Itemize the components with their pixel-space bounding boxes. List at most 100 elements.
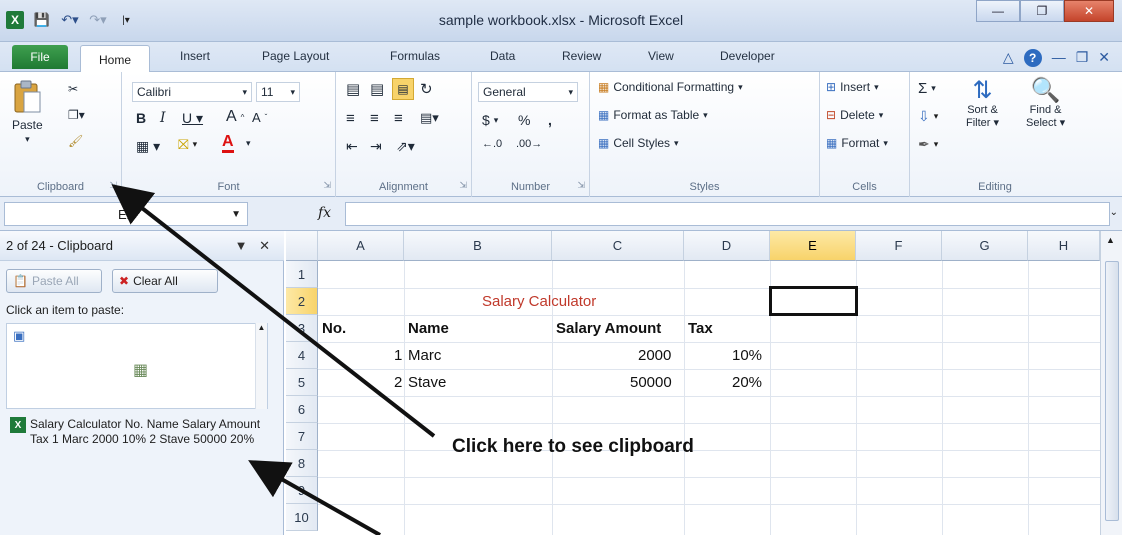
orientation-icon[interactable]: ⇗▾ [396,138,415,155]
font-launcher-icon[interactable]: ⇲ [323,180,331,191]
function-icon[interactable]: fx [318,205,331,221]
increase-indent-icon[interactable]: ⇥ [370,138,382,155]
row-header-6[interactable]: 6 [286,396,318,423]
formula-input[interactable] [345,202,1110,226]
doc-minimize-icon[interactable]: — [1052,49,1066,67]
cut-icon[interactable]: ✂ [68,82,78,96]
scroll-thumb[interactable] [1105,261,1119,521]
paste-button[interactable]: Paste ▾ [12,80,43,145]
format-as-table-button[interactable]: ▦ Format as Table ▾ [598,108,708,122]
header-name-cell[interactable]: Name [408,320,449,337]
increase-decimal-icon[interactable]: ←.0 [482,138,502,150]
close-icon[interactable]: ✕ [1064,0,1114,22]
col-header-f[interactable]: F [856,231,942,261]
font-name-select[interactable]: Calibri ▾ [132,82,252,102]
tab-view[interactable]: View [648,49,674,63]
clipboard-item-text[interactable]: X Salary Calculator No. Name Salary Amou… [6,417,268,447]
cell-salary-2[interactable]: 50000 [630,374,672,391]
col-header-c[interactable]: C [552,231,684,261]
clipboard-scrollbar[interactable]: ▲ [255,323,267,409]
format-painter-icon[interactable]: 🖌 [68,134,83,148]
selected-cell-e2[interactable] [769,286,858,316]
pane-close-icon[interactable]: ✕ [259,238,270,253]
fill-icon[interactable]: ⇩ ▾ [918,108,938,125]
name-box-dropdown-icon[interactable]: ▼ [231,209,241,220]
find-select-button[interactable]: 🔍 Find & Select ▾ [1026,78,1065,130]
tab-home[interactable]: Home [80,45,150,73]
restore-icon[interactable]: ❐ [1020,0,1064,22]
clipboard-item-image[interactable]: ▣ ▦ [6,323,268,409]
comma-button[interactable]: , [548,112,552,128]
header-salary-cell[interactable]: Salary Amount [556,320,661,337]
clear-all-button[interactable]: ✖ Clear All [112,269,218,293]
shrink-font-button[interactable]: Aˇ [252,110,267,125]
delete-cells-button[interactable]: ⊟ Delete ▾ [826,108,883,122]
header-no-cell[interactable]: No. [322,320,346,337]
col-header-h[interactable]: H [1028,231,1100,261]
number-format-select[interactable]: General ▾ [478,82,578,102]
paste-all-button[interactable]: 📋 Paste All [6,269,102,293]
col-header-g[interactable]: G [942,231,1028,261]
ribbon-minimize-icon[interactable]: △ [1003,49,1014,67]
decrease-decimal-icon[interactable]: .00→ [516,138,542,150]
clear-icon[interactable]: ✒ ▾ [918,136,938,153]
row-header-5[interactable]: 5 [286,369,318,396]
row-header-4[interactable]: 4 [286,342,318,369]
font-size-select[interactable]: 11 ▾ [256,82,300,102]
italic-button[interactable]: I [160,110,166,126]
autosum-icon[interactable]: Σ ▾ [918,80,936,97]
sheet-title-cell[interactable]: Salary Calculator [482,293,596,310]
align-right-icon[interactable]: ≡ [394,110,403,127]
expand-formula-bar-icon[interactable]: ⌄ [1110,207,1118,218]
cell-name-1[interactable]: Marc [408,347,441,364]
top-align-icon[interactable]: ▤ [346,80,360,98]
tab-data[interactable]: Data [490,49,515,63]
row-header-2[interactable]: 2 [286,288,318,315]
tab-developer[interactable]: Developer [720,49,775,63]
cell-no-2[interactable]: 2 [394,374,402,391]
align-center-icon[interactable]: ≡ [370,110,379,127]
help-icon[interactable]: ? [1023,49,1042,67]
header-tax-cell[interactable]: Tax [688,320,713,337]
row-header-10[interactable]: 10 [286,504,318,531]
cell-name-2[interactable]: Stave [408,374,446,391]
row-header-9[interactable]: 9 [286,477,318,504]
merge-center-icon[interactable]: ▤▾ [420,110,439,126]
middle-align-icon[interactable]: ▤ [370,80,384,98]
bold-button[interactable]: B [136,110,146,126]
row-header-7[interactable]: 7 [286,423,318,450]
currency-button[interactable]: $ ▾ [482,112,498,128]
row-header-3[interactable]: 3 [286,315,318,342]
tab-file[interactable]: File [12,45,68,69]
select-all-corner[interactable] [286,231,318,261]
scroll-up-icon[interactable]: ▲ [1106,235,1115,245]
cell-no-1[interactable]: 1 [394,347,402,364]
insert-cells-button[interactable]: ⊞ Insert ▾ [826,80,879,94]
cell-tax-2[interactable]: 20% [732,374,762,391]
bottom-align-icon[interactable]: ▤ [392,78,414,100]
number-launcher-icon[interactable]: ⇲ [577,180,585,191]
sort-filter-button[interactable]: ⇅ Sort & Filter ▾ [966,78,999,130]
tab-page-layout[interactable]: Page Layout [262,49,329,63]
tab-review[interactable]: Review [562,49,601,63]
decrease-indent-icon[interactable]: ⇤ [346,138,358,155]
col-header-a[interactable]: A [318,231,404,261]
tab-insert[interactable]: Insert [180,49,210,63]
col-header-b[interactable]: B [404,231,552,261]
wrap-text-icon[interactable]: ↻ [420,80,433,98]
percent-button[interactable]: % [518,112,530,128]
grow-font-button[interactable]: A ^ [226,108,244,126]
vertical-scrollbar[interactable]: ▲ [1100,231,1122,535]
clipboard-launcher-icon[interactable]: ⇲ [109,180,117,191]
alignment-launcher-icon[interactable]: ⇲ [459,180,467,191]
cell-styles-button[interactable]: ▦ Cell Styles ▾ [598,136,679,150]
worksheet-grid[interactable]: A B C D E F G H 1 2 3 4 5 6 7 8 9 10 Sal… [286,231,1100,535]
cell-salary-1[interactable]: 2000 [638,347,671,364]
fill-color-icon[interactable]: ⛝ ▾ [178,136,197,153]
font-color-dropdown-icon[interactable]: ▾ [246,138,251,149]
doc-restore-icon[interactable]: ❐ [1076,49,1089,67]
align-left-icon[interactable]: ≡ [346,110,355,127]
format-cells-button[interactable]: ▦ Format ▾ [826,136,888,150]
cell-tax-1[interactable]: 10% [732,347,762,364]
underline-button[interactable]: U ▾ [182,110,203,127]
